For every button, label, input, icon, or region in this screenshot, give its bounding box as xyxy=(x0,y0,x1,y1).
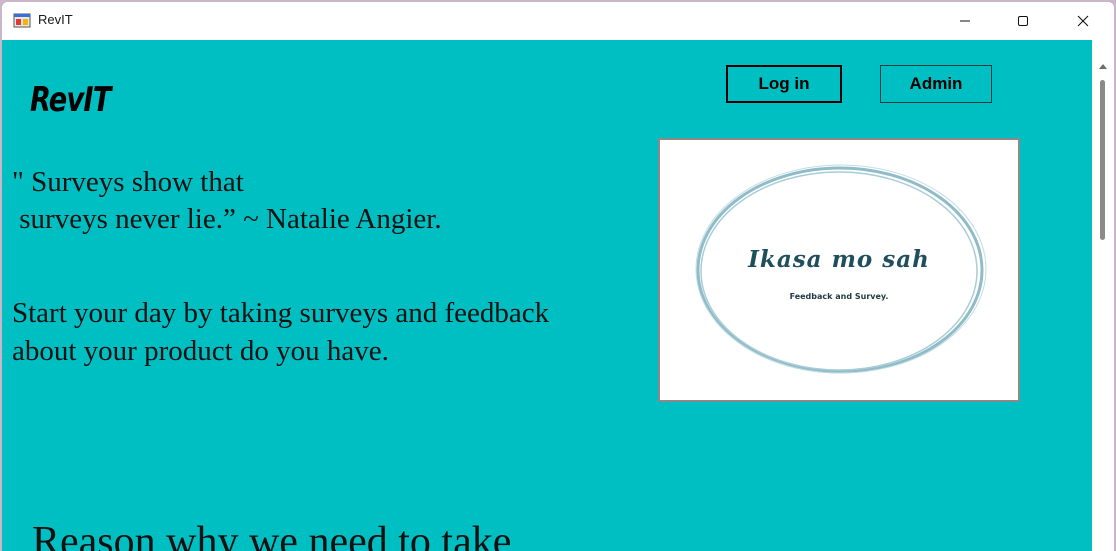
logo-subtitle: Feedback and Survey. xyxy=(789,292,889,301)
vertical-scrollbar[interactable] xyxy=(1092,40,1114,551)
login-button[interactable]: Log in xyxy=(726,65,842,103)
close-button[interactable] xyxy=(1060,2,1106,40)
maximize-button[interactable] xyxy=(1000,2,1046,40)
intro-line-2: about your product do you have. xyxy=(12,335,389,367)
brand-logo-text: RevIT xyxy=(30,80,111,120)
logo-title: Ikasa mo sah xyxy=(748,246,930,273)
window-title: RevIT xyxy=(38,12,73,27)
quote-text: " Surveys show that surveys never lie.” … xyxy=(12,164,442,238)
app-window: RevIT RevIT Log in Admin " Surveys show … xyxy=(2,2,1114,551)
quote-line-2: surveys never lie.” ~ Natalie Angier. xyxy=(12,203,442,235)
scroll-thumb[interactable] xyxy=(1100,80,1105,240)
maximize-icon xyxy=(1018,16,1028,26)
logo-image: Ikasa mo sah Feedback and Survey. xyxy=(658,138,1020,402)
minimize-icon xyxy=(960,20,970,22)
intro-line-1: Start your day by taking surveys and fee… xyxy=(12,297,550,329)
admin-button[interactable]: Admin xyxy=(880,65,992,103)
main-panel: RevIT Log in Admin " Surveys show that s… xyxy=(2,40,1092,551)
intro-text: Start your day by taking surveys and fee… xyxy=(12,294,549,370)
title-bar[interactable]: RevIT xyxy=(2,2,1114,40)
scroll-up-icon[interactable] xyxy=(1099,64,1107,69)
quote-line-1: " Surveys show that xyxy=(12,166,244,198)
app-window-icon xyxy=(13,13,31,28)
close-icon xyxy=(1077,15,1089,27)
minimize-button[interactable] xyxy=(942,2,988,40)
reason-heading: Reason why we need to take xyxy=(32,519,512,551)
